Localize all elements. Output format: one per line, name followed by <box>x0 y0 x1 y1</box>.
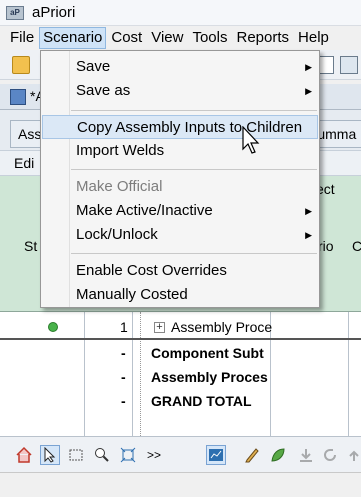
menu-item-label: Lock/Unlock <box>76 226 158 243</box>
window-title: aPriori <box>32 4 76 21</box>
row-name: GRAND TOTAL <box>151 393 252 409</box>
header-scenario[interactable]: rio <box>318 238 334 254</box>
row-quantity: - <box>121 369 126 385</box>
assembly-icon <box>10 89 26 105</box>
menu-item-label: Save <box>76 58 111 75</box>
status-bar <box>0 472 361 497</box>
menu-reports[interactable]: Reports <box>233 27 294 49</box>
row-name: Assembly Proces <box>151 369 268 385</box>
menu-item-label: Make Official <box>76 178 163 195</box>
more-tools-icon[interactable]: >> <box>144 445 164 465</box>
upload-icon[interactable] <box>344 445 361 465</box>
header-status[interactable]: St <box>24 238 37 254</box>
row-name: Assembly Proce <box>171 319 273 335</box>
edit-button[interactable]: Edi <box>14 155 34 171</box>
leaf-icon[interactable] <box>268 445 288 465</box>
menu-item-import-welds[interactable]: Import Welds <box>42 139 318 163</box>
box-select-icon[interactable] <box>66 445 86 465</box>
table-row[interactable]: - Assembly Proces <box>0 366 361 390</box>
menu-scenario[interactable]: Scenario <box>39 27 107 49</box>
table-row[interactable]: - Component Subt <box>0 342 361 366</box>
menu-separator <box>71 110 317 111</box>
app-icon: aP <box>6 5 24 20</box>
row-quantity: 1 <box>120 319 128 335</box>
menu-item-lock-unlock[interactable]: Lock/Unlock ▶ <box>42 223 318 247</box>
row-quantity: - <box>121 345 126 361</box>
row-quantity: - <box>121 393 126 409</box>
table-row[interactable]: - GRAND TOTAL <box>0 390 361 414</box>
menu-help[interactable]: Help <box>294 27 333 49</box>
mouse-cursor-icon <box>242 126 260 154</box>
status-ok-icon <box>48 322 58 332</box>
table-row[interactable]: 1 + Assembly Proce <box>0 316 361 340</box>
open-folder-icon[interactable] <box>12 56 30 74</box>
bottom-toolbar: >> <box>0 436 361 472</box>
menu-view[interactable]: View <box>147 27 187 49</box>
compare-icon[interactable] <box>340 56 358 74</box>
submenu-arrow-icon: ▶ <box>305 62 312 72</box>
menu-item-label: Make Active/Inactive <box>76 202 213 219</box>
fit-view-icon[interactable] <box>118 445 138 465</box>
menu-cost[interactable]: Cost <box>107 27 146 49</box>
menu-item-label: Manually Costed <box>76 286 188 303</box>
menu-item-save[interactable]: Save ▶ <box>42 55 318 79</box>
zoom-icon[interactable] <box>92 445 112 465</box>
edit-pencil-icon[interactable] <box>242 445 262 465</box>
menu-item-label: Enable Cost Overrides <box>76 262 227 279</box>
select-pointer-icon[interactable] <box>40 445 60 465</box>
menu-separator <box>71 253 317 254</box>
menu-bar: File Scenario Cost View Tools Reports He… <box>0 26 361 50</box>
refresh-icon[interactable] <box>320 445 340 465</box>
submenu-arrow-icon: ▶ <box>305 230 312 240</box>
menu-item-make-official: Make Official <box>42 175 318 199</box>
menu-item-label: Save as <box>76 82 131 99</box>
expand-icon[interactable]: + <box>154 322 165 333</box>
row-name: Component Subt <box>151 345 264 361</box>
chart-view-icon[interactable] <box>206 445 226 465</box>
grid-body: 1 + Assembly Proce - Component Subt - As… <box>0 312 361 436</box>
download-icon[interactable] <box>296 445 316 465</box>
menu-separator <box>71 169 317 170</box>
home-icon[interactable] <box>14 445 34 465</box>
scenario-menu-dropdown: Save ▶ Save as ▶ Copy Assembly Inputs to… <box>40 50 320 308</box>
menu-item-enable-cost-overrides[interactable]: Enable Cost Overrides <box>42 259 318 283</box>
menu-item-label: Copy Assembly Inputs to Children <box>77 119 303 136</box>
header-cost[interactable]: C <box>352 238 361 254</box>
menu-item-label: Import Welds <box>76 142 165 159</box>
menu-file[interactable]: File <box>6 27 38 49</box>
submenu-arrow-icon: ▶ <box>305 86 312 96</box>
submenu-arrow-icon: ▶ <box>305 206 312 216</box>
menu-item-manually-costed[interactable]: Manually Costed <box>42 283 318 307</box>
menu-item-make-active-inactive[interactable]: Make Active/Inactive ▶ <box>42 199 318 223</box>
menu-tools[interactable]: Tools <box>188 27 231 49</box>
menu-item-copy-assembly-inputs[interactable]: Copy Assembly Inputs to Children <box>42 115 318 139</box>
menu-item-save-as[interactable]: Save as ▶ <box>42 79 318 103</box>
title-bar: aP aPriori <box>0 0 361 26</box>
